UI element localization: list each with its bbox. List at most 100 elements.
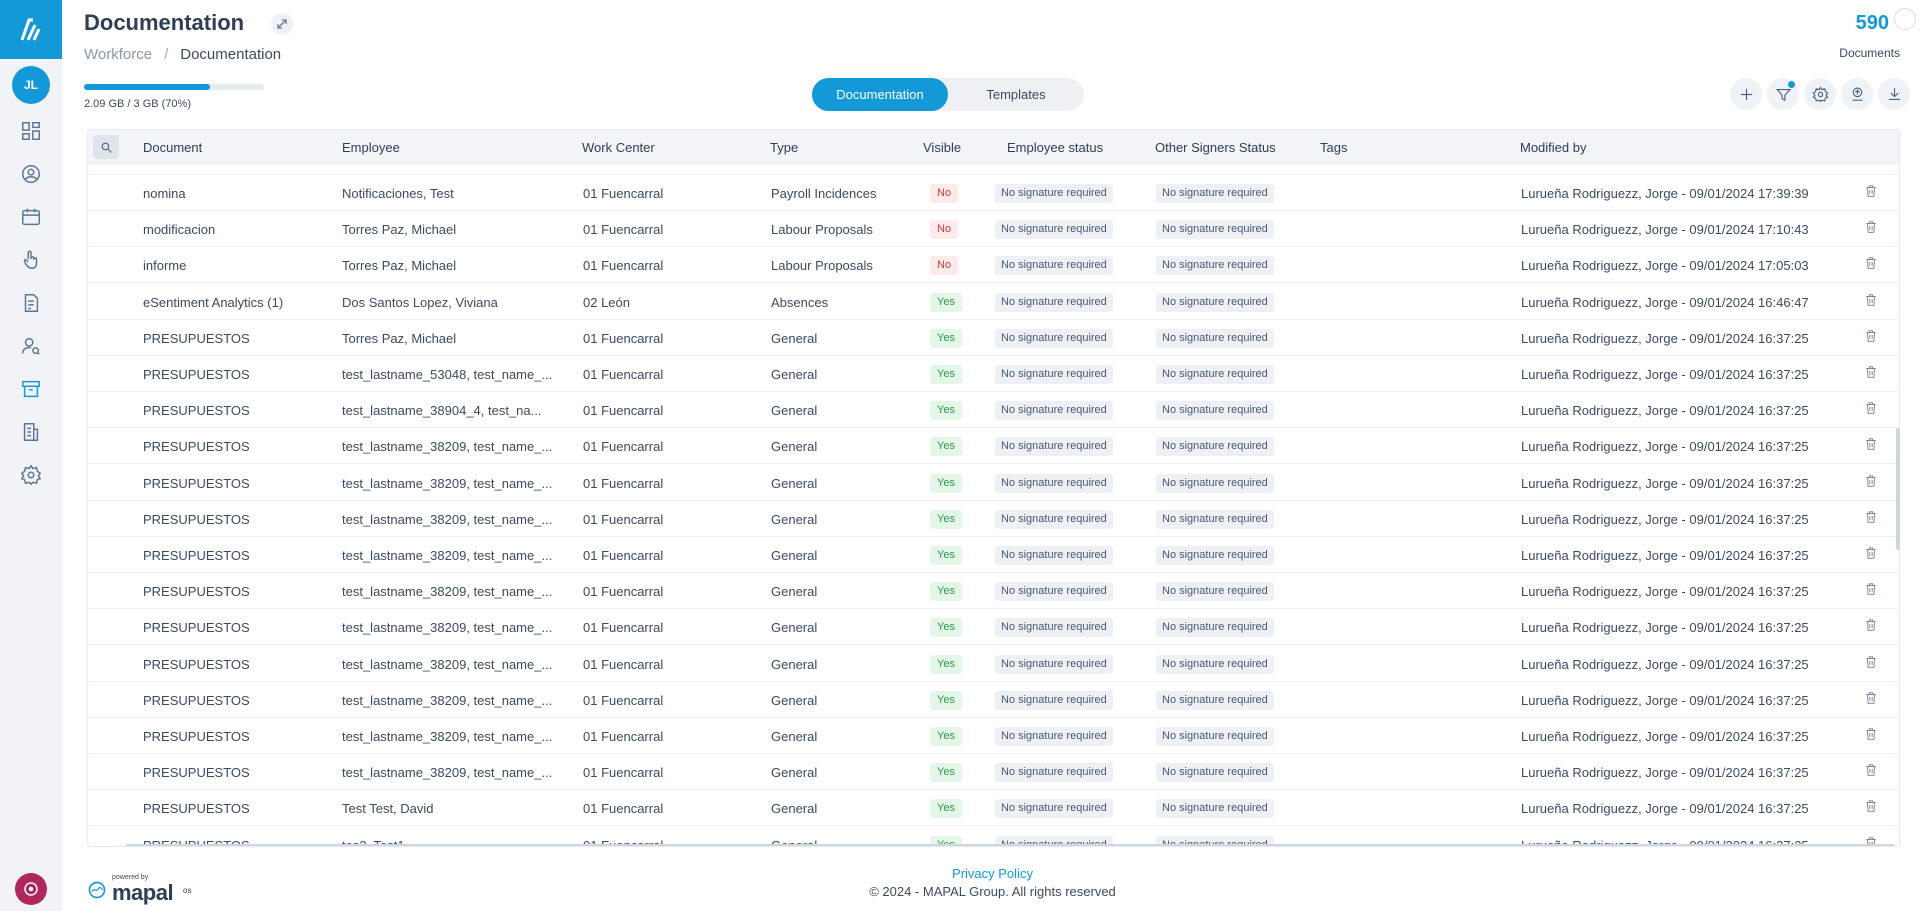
cell-employee: Dos Santos Lopez, Viviana (342, 294, 498, 310)
header-work-center[interactable]: Work Center (582, 140, 655, 155)
delete-icon[interactable] (1864, 437, 1880, 453)
breadcrumb-separator: / (164, 46, 169, 63)
table-row[interactable]: PRESUPUESTOS test_lastname_53048, test_na… (88, 356, 1899, 392)
table-row[interactable]: PRESUPUESTOS test_lastname_38209, test_na… (88, 682, 1899, 718)
delete-icon[interactable] (1864, 474, 1880, 490)
cell-employee: Torres Paz, Michael (342, 258, 457, 274)
upload-button[interactable] (1841, 78, 1873, 110)
delete-icon[interactable] (1864, 329, 1880, 345)
tab-templates[interactable]: Templates (948, 78, 1084, 111)
header-modified-by[interactable]: Modified by (1520, 140, 1586, 155)
table-row[interactable]: PRESUPUESTOS test_lastname_38209, test_na… (88, 646, 1899, 682)
cell-type: General (771, 656, 818, 672)
delete-icon[interactable] (1864, 691, 1880, 707)
table-row[interactable]: informe Torres Paz, Michael 01 Fuencarral L… (88, 247, 1899, 284)
delete-icon[interactable] (1864, 293, 1880, 309)
calendar-icon[interactable] (19, 205, 43, 229)
header-document[interactable]: Document (143, 140, 202, 155)
user-avatar[interactable]: JL (12, 66, 50, 104)
table-row[interactable]: eSentiment Analytics (1) Dos Santos Lopez… (88, 284, 1899, 320)
table-row[interactable]: PRESUPUESTOS test_lastname_38209, test_na… (88, 573, 1899, 610)
expand-icon[interactable] (271, 13, 293, 35)
table-row[interactable]: PRESUPUESTOS test_lastname_38209, test_na… (88, 754, 1899, 791)
add-button[interactable] (1730, 78, 1762, 110)
header-employee-status[interactable]: Employee status (1007, 140, 1103, 155)
header-type[interactable]: Type (770, 140, 798, 155)
employee-status-badge: No signature required (995, 690, 1113, 710)
user-circle-icon[interactable] (19, 162, 43, 186)
table-row[interactable]: PRESUPUESTOS Torres Paz, Michael 01 Fuenca… (88, 320, 1899, 356)
header-tags[interactable]: Tags (1320, 140, 1347, 155)
cell-employee: Notificaciones, Test (342, 186, 454, 201)
header-other-signers-status[interactable]: Other Signers Status (1155, 140, 1276, 155)
table-row[interactable]: modificacion Torres Paz, Michael 01 Fuenca… (88, 211, 1899, 248)
archive-icon[interactable] (19, 377, 43, 401)
filter-button[interactable] (1767, 78, 1799, 110)
table-row[interactable]: PRESUPUESTOS test_lastname_38904_4, test_… (88, 392, 1899, 429)
user-search-icon[interactable] (19, 334, 43, 358)
download-button[interactable] (1878, 78, 1910, 110)
visible-badge: Yes (930, 473, 962, 493)
table-row[interactable]: PRESUPUESTOS test_lastname_38209, test_na… (88, 609, 1899, 646)
cell-modified-by: Lurueña Rodriguezz, Jorge - 09/01/2024 1… (1521, 439, 1809, 455)
employee-status-badge: No signature required (995, 365, 1113, 384)
cell-work-center: 01 Fuencarral (583, 511, 664, 527)
table-row[interactable]: nomina Notificaciones, Test 01 Fuencarral P… (88, 175, 1899, 211)
documents-count: 590 (1855, 12, 1889, 34)
cell-work-center: 01 Fuencarral (583, 584, 664, 600)
delete-icon[interactable] (1864, 763, 1880, 779)
delete-icon[interactable] (1864, 510, 1880, 526)
delete-icon[interactable] (1864, 546, 1880, 562)
header-visible[interactable]: Visible (923, 140, 961, 155)
table-row[interactable]: PRESUPUESTOS test_lastname_38209, test_na… (88, 718, 1899, 754)
other-signers-status-badge: No signature required (1156, 401, 1274, 421)
cell-employee: Torres Paz, Michael (342, 222, 457, 238)
other-signers-status-badge: No signature required (1156, 220, 1274, 240)
loading-indicator (1894, 8, 1916, 30)
breadcrumb-root[interactable]: Workforce (84, 46, 152, 63)
horizontal-scrollbar[interactable] (125, 844, 1895, 846)
delete-icon[interactable] (1864, 256, 1880, 272)
delete-icon[interactable] (1864, 799, 1880, 815)
table-search-button[interactable] (93, 135, 119, 159)
privacy-policy-link[interactable]: Privacy Policy (0, 866, 1920, 881)
vertical-scrollbar[interactable] (1896, 428, 1900, 550)
cell-document: PRESUPUESTOS (143, 656, 250, 672)
delete-icon[interactable] (1864, 220, 1880, 236)
visible-badge: Yes (930, 437, 962, 457)
table-row[interactable]: PRESUPUESTOS test_lastname_38209, test_na… (88, 537, 1899, 573)
delete-icon[interactable] (1864, 618, 1880, 634)
document-icon[interactable] (19, 291, 43, 315)
cell-modified-by: Lurueña Rodriguezz, Jorge - 09/01/2024 1… (1521, 475, 1809, 491)
table-row[interactable]: PRESUPUESTOS Test Test, David 01 Fuencarra… (88, 790, 1899, 827)
delete-icon[interactable] (1864, 655, 1880, 671)
settings-button[interactable] (1804, 78, 1836, 110)
table-row[interactable]: PRESUPUESTOS test_lastname_38209, test_na… (88, 465, 1899, 501)
table-row[interactable]: PRESUPUESTOS test_lastname_38209, test_na… (88, 428, 1899, 465)
table-row[interactable]: PRESUPUESTOS test_lastname_38209, test_na… (88, 501, 1899, 537)
cell-employee: test_lastname_38209, test_name_... (342, 511, 553, 527)
hand-touch-icon[interactable] (19, 248, 43, 272)
cell-work-center: 01 Fuencarral (583, 620, 664, 636)
cell-work-center: 01 Fuencarral (583, 692, 664, 708)
delete-icon[interactable] (1864, 184, 1880, 200)
delete-icon[interactable] (1864, 582, 1880, 598)
cell-employee: test_lastname_38209, test_name_... (342, 692, 553, 708)
delete-icon[interactable] (1864, 727, 1880, 743)
header-employee[interactable]: Employee (342, 140, 400, 155)
gear-icon[interactable] (19, 463, 43, 487)
visible-badge: Yes (930, 799, 962, 819)
app-logo[interactable] (0, 0, 62, 59)
other-signers-status-badge: No signature required (1156, 799, 1274, 819)
search-icon (101, 142, 112, 153)
cell-work-center: 01 Fuencarral (583, 258, 664, 274)
cell-work-center: 02 León (583, 294, 630, 310)
download-icon (1888, 87, 1900, 100)
dashboard-icon[interactable] (19, 119, 43, 143)
delete-icon[interactable] (1864, 401, 1880, 417)
cell-type: Labour Proposals (771, 258, 873, 274)
delete-icon[interactable] (1864, 365, 1880, 381)
tab-documentation[interactable]: Documentation (812, 78, 948, 111)
cell-employee: test_lastname_38209, test_name_... (342, 584, 553, 600)
report-icon[interactable] (19, 420, 43, 444)
